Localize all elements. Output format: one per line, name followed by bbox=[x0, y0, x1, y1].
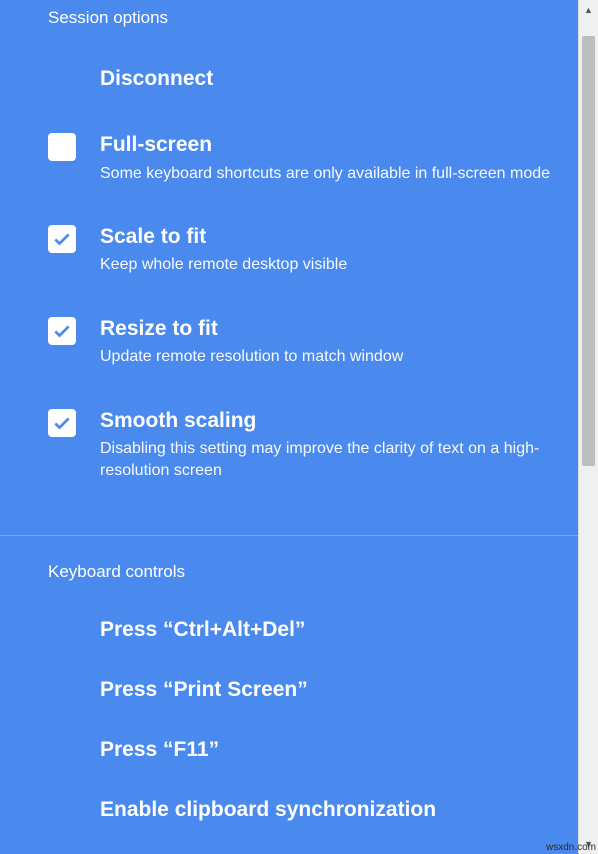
watermark: wsxdn.com bbox=[546, 842, 596, 853]
resize-to-fit-sub: Update remote resolution to match window bbox=[100, 346, 554, 368]
resize-to-fit-row[interactable]: Resize to fit Update remote resolution t… bbox=[48, 296, 554, 388]
fullscreen-title: Full-screen bbox=[100, 132, 554, 158]
scale-to-fit-row[interactable]: Scale to fit Keep whole remote desktop v… bbox=[48, 204, 554, 296]
enable-clipboard-sync[interactable]: Enable clipboard synchronization bbox=[48, 780, 554, 840]
disconnect-spacer bbox=[48, 66, 100, 67]
session-options-header: Session options bbox=[0, 0, 578, 46]
scrollbar[interactable]: ▲ ▼ bbox=[578, 0, 598, 854]
scroll-up-arrow[interactable]: ▲ bbox=[579, 0, 598, 20]
smooth-scaling-checkbox[interactable] bbox=[48, 409, 76, 437]
smooth-scaling-sub: Disabling this setting may improve the c… bbox=[100, 438, 554, 481]
press-f11[interactable]: Press “F11” bbox=[48, 720, 554, 780]
press-ctrl-alt-del[interactable]: Press “Ctrl+Alt+Del” bbox=[48, 600, 554, 660]
fullscreen-sub: Some keyboard shortcuts are only availab… bbox=[100, 163, 554, 185]
session-options-body: Disconnect Full-screen Some keyboard sho… bbox=[0, 46, 578, 501]
keyboard-controls-body: Press “Ctrl+Alt+Del” Press “Print Screen… bbox=[0, 600, 578, 840]
check-icon bbox=[52, 229, 72, 249]
check-icon bbox=[52, 321, 72, 341]
fullscreen-row[interactable]: Full-screen Some keyboard shortcuts are … bbox=[48, 112, 554, 204]
press-print-screen[interactable]: Press “Print Screen” bbox=[48, 660, 554, 720]
smooth-scaling-row[interactable]: Smooth scaling Disabling this setting ma… bbox=[48, 388, 554, 501]
check-icon bbox=[52, 413, 72, 433]
scale-to-fit-sub: Keep whole remote desktop visible bbox=[100, 254, 554, 276]
scale-to-fit-checkbox[interactable] bbox=[48, 225, 76, 253]
resize-to-fit-title: Resize to fit bbox=[100, 316, 554, 342]
keyboard-controls-header: Keyboard controls bbox=[0, 536, 578, 600]
disconnect-row[interactable]: Disconnect bbox=[48, 46, 554, 112]
scroll-thumb[interactable] bbox=[582, 36, 595, 466]
fullscreen-checkbox[interactable] bbox=[48, 133, 76, 161]
resize-to-fit-checkbox[interactable] bbox=[48, 317, 76, 345]
scale-to-fit-title: Scale to fit bbox=[100, 224, 554, 250]
disconnect-title: Disconnect bbox=[100, 66, 554, 92]
smooth-scaling-title: Smooth scaling bbox=[100, 408, 554, 434]
settings-panel: Session options Disconnect Full-screen S… bbox=[0, 0, 578, 854]
